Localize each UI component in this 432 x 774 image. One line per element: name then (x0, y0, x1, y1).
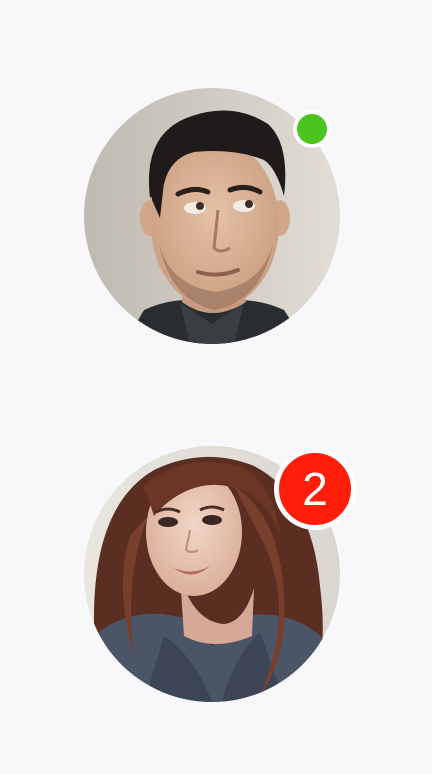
avatar-item-1[interactable] (84, 88, 340, 344)
notification-badge: 2 (274, 448, 356, 530)
avatar-item-2[interactable]: 2 (84, 446, 356, 702)
avatar-list: 2 (0, 0, 432, 774)
online-status-dot (293, 110, 331, 148)
notification-count: 2 (302, 463, 328, 515)
